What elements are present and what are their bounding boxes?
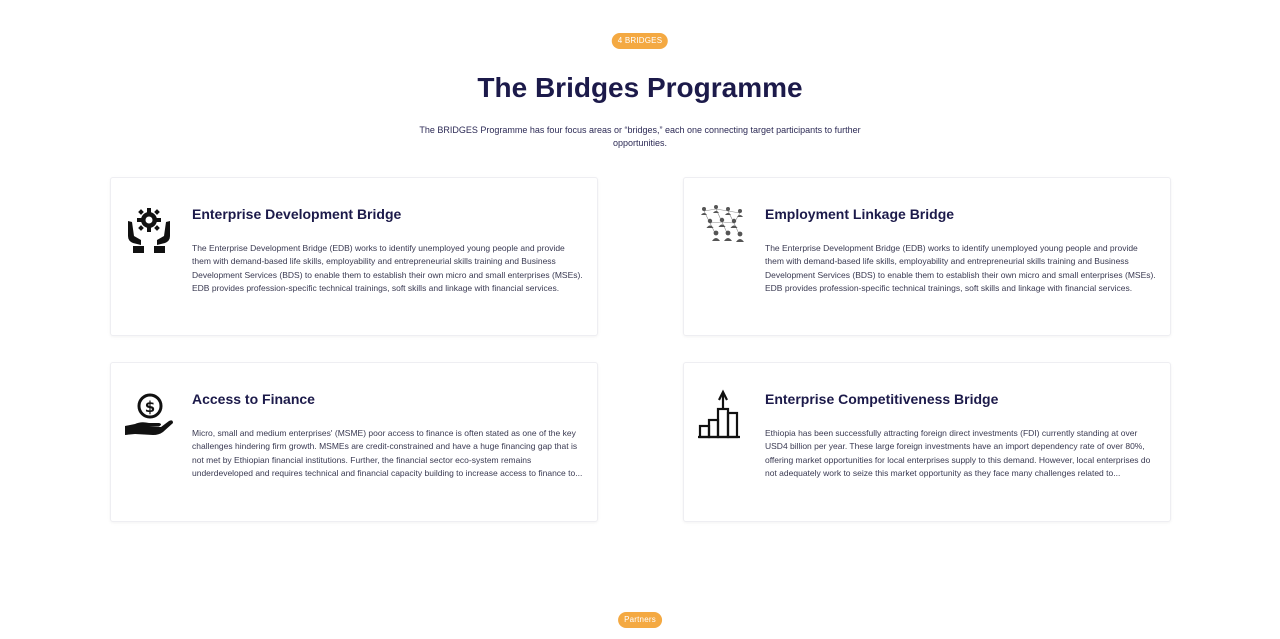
card-title: Enterprise Competitiveness Bridge: [765, 391, 999, 407]
card-text: Ethiopia has been successfully attractin…: [765, 428, 1151, 479]
hands-gear-icon: [123, 203, 175, 255]
section-badge: 4 BRIDGES: [611, 33, 669, 49]
card-title: Employment Linkage Bridge: [765, 206, 955, 222]
card-enterprise-competitiveness: Enterprise Competitiveness Bridge Ethiop…: [683, 362, 1171, 522]
page-title: The Bridges Programme: [477, 72, 803, 103]
card-title: Access to Finance: [192, 391, 315, 407]
card-title: Enterprise Development Bridge: [192, 206, 402, 222]
card-text: Micro, small and medium enterprises' (MS…: [192, 428, 583, 479]
growth-bars-icon: [696, 388, 748, 440]
page-subtitle: The BRIDGES Programme has four focus are…: [419, 125, 861, 148]
people-network-icon: [696, 203, 748, 255]
card-enterprise-development: Enterprise Development Bridge The Enterp…: [110, 177, 598, 336]
svg-text:$: $: [145, 398, 155, 416]
card-access-to-finance: $ Access to Finance Micro, small and med…: [110, 362, 598, 522]
card-text: The Enterprise Development Bridge (EDB) …: [765, 243, 1156, 294]
card-employment-linkage: Employment Linkage Bridge The Enterprise…: [683, 177, 1171, 336]
hand-coin-icon: $: [123, 388, 175, 440]
card-text: The Enterprise Development Bridge (EDB) …: [192, 243, 583, 294]
partners-badge: Partners: [618, 612, 662, 628]
